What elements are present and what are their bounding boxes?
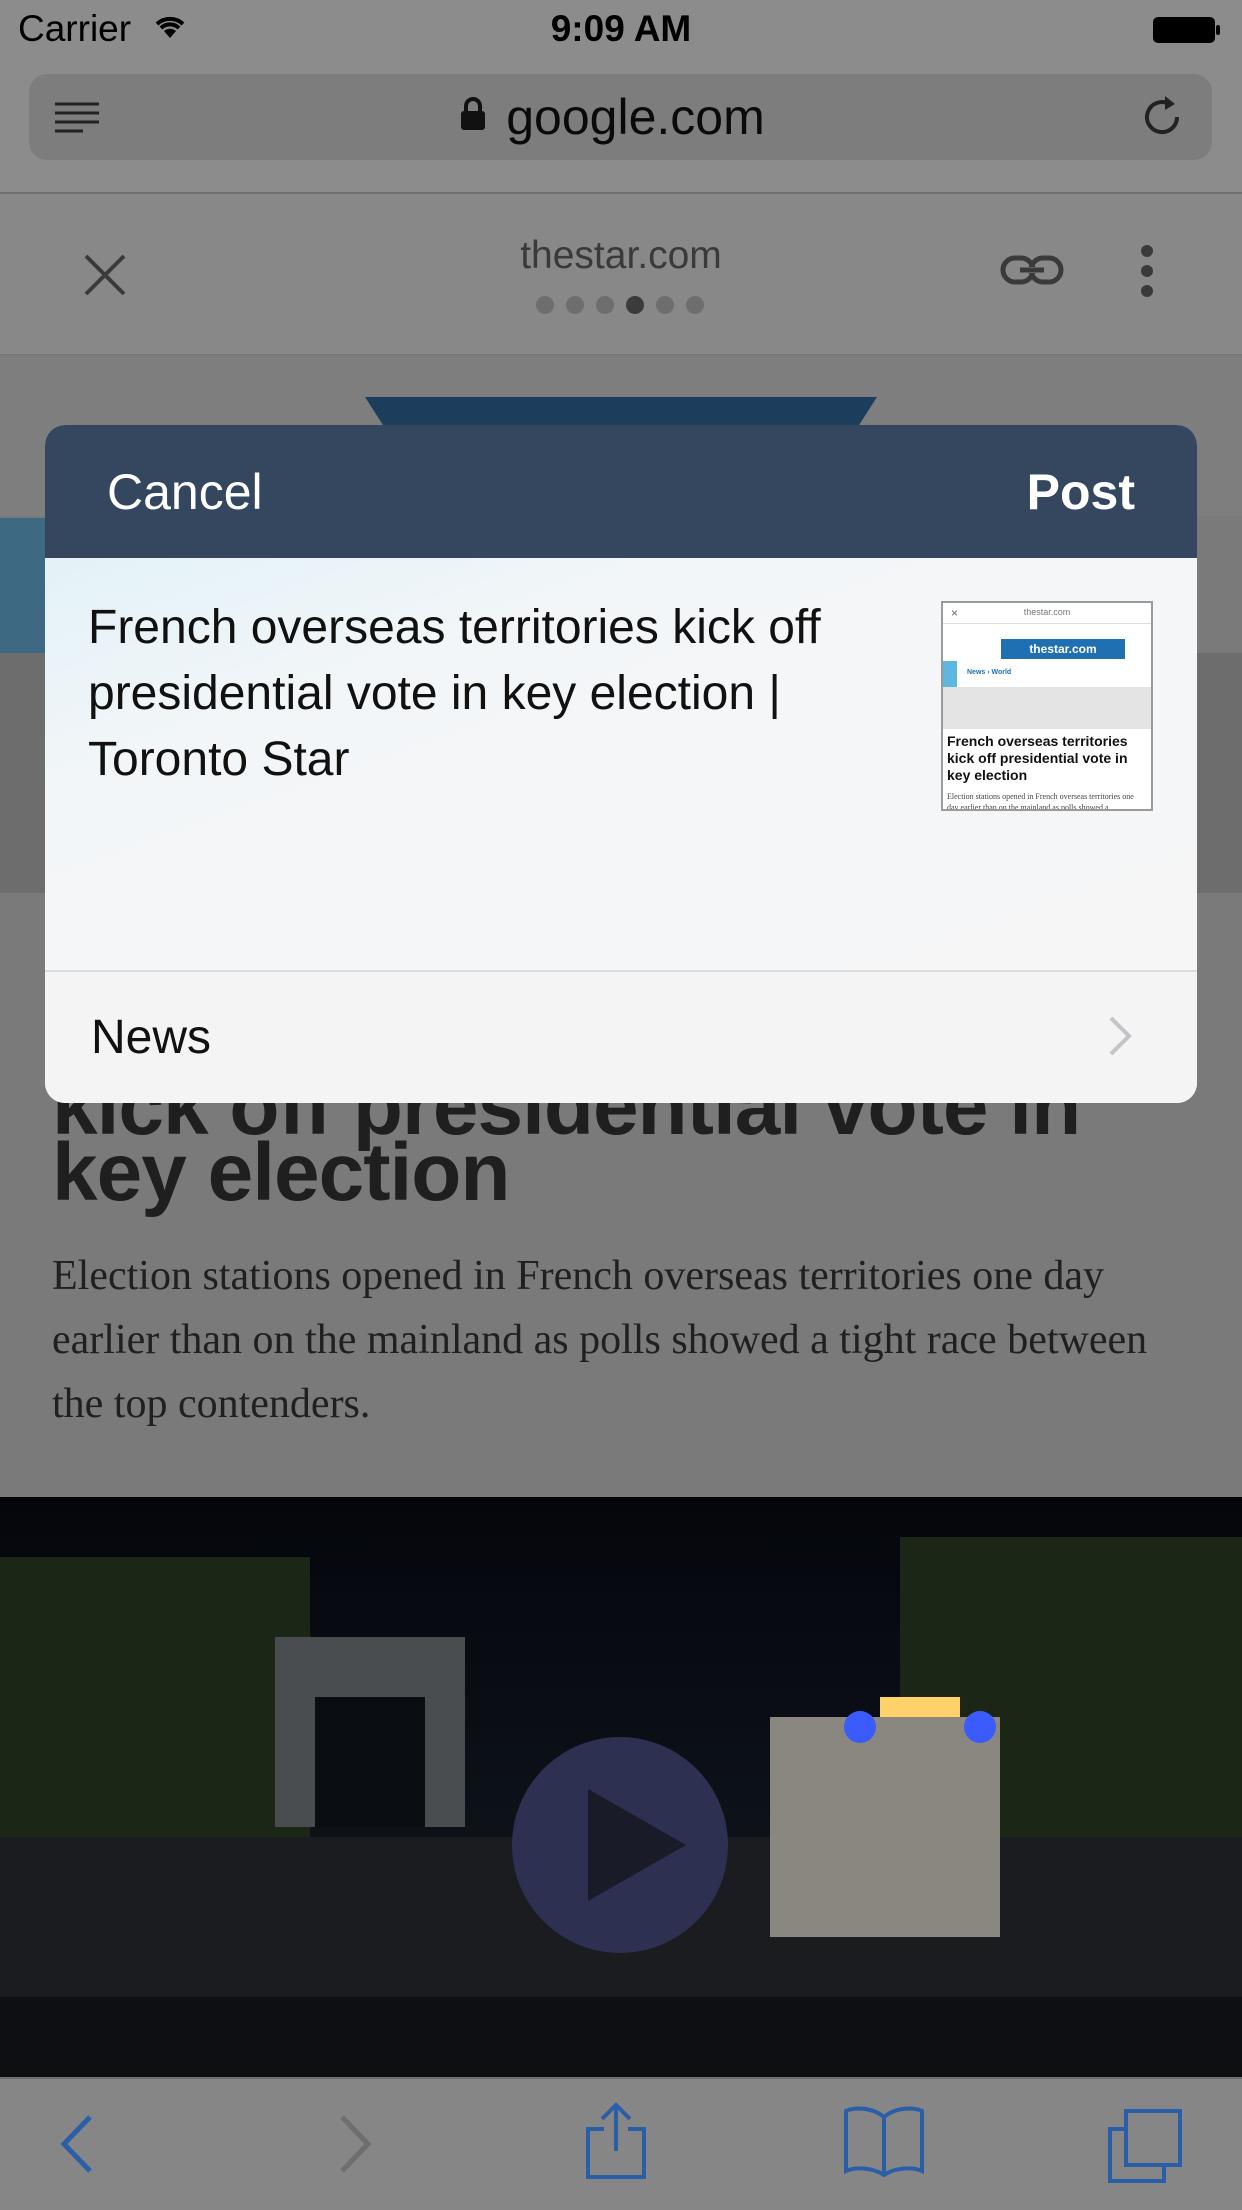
amp-viewer-header: thestar.com (0, 194, 1242, 356)
page-dot (686, 296, 704, 314)
category-row[interactable]: News (45, 972, 1197, 1103)
reload-icon[interactable] (1139, 94, 1185, 145)
share-text[interactable]: French overseas territories kick off pre… (88, 595, 938, 793)
status-bar: Carrier 9:09 AM (0, 0, 1242, 60)
thumbnail-ad (943, 687, 1151, 729)
thumbnail-section-bar (943, 661, 957, 687)
page-indicator (536, 296, 704, 314)
address-field[interactable]: google.com (29, 74, 1212, 160)
play-icon[interactable] (512, 1737, 728, 1953)
thumbnail-nav: News › World (967, 669, 1012, 676)
page-dot (536, 296, 554, 314)
thumbnail-title: French overseas territories kick off pre… (947, 733, 1128, 783)
share-icon[interactable] (584, 2101, 648, 2186)
share-compose-area[interactable]: French overseas territories kick off pre… (45, 558, 1197, 972)
link-preview-thumbnail: thestar.com × thestar.com News › World F… (941, 601, 1153, 811)
bookmarks-icon[interactable] (842, 2105, 926, 2182)
browser-url-bar: google.com (0, 60, 1242, 194)
thumbnail-body: Election stations opened in French overs… (947, 792, 1134, 811)
cancel-button[interactable]: Cancel (107, 463, 263, 521)
share-sheet-dialog: Cancel Post French overseas territories … (45, 425, 1197, 1103)
url-text: google.com (506, 89, 765, 145)
post-button[interactable]: Post (1027, 463, 1135, 521)
back-icon[interactable] (58, 2113, 98, 2180)
article-headline: key election (52, 1127, 510, 1218)
more-options-icon[interactable] (1140, 244, 1154, 303)
page-dot (596, 296, 614, 314)
forward-icon[interactable] (334, 2113, 374, 2180)
page-dot (566, 296, 584, 314)
thumbnail-close-icon: × (951, 606, 959, 620)
category-label: News (91, 1011, 212, 1064)
thumbnail-logo: thestar.com (1001, 639, 1125, 659)
chevron-right-icon (1107, 1014, 1133, 1063)
battery-icon (1152, 16, 1222, 44)
thumbnail-domain: thestar.com (943, 603, 1151, 624)
page-dot (656, 296, 674, 314)
share-sheet-header: Cancel Post (45, 425, 1197, 558)
status-time: 9:09 AM (550, 8, 692, 49)
link-icon[interactable] (1000, 250, 1064, 295)
browser-toolbar (0, 2077, 1242, 2210)
article-summary: Election stations opened in French overs… (52, 1253, 1148, 1427)
page-dot-active (626, 296, 644, 314)
tabs-icon[interactable] (1106, 2107, 1184, 2190)
